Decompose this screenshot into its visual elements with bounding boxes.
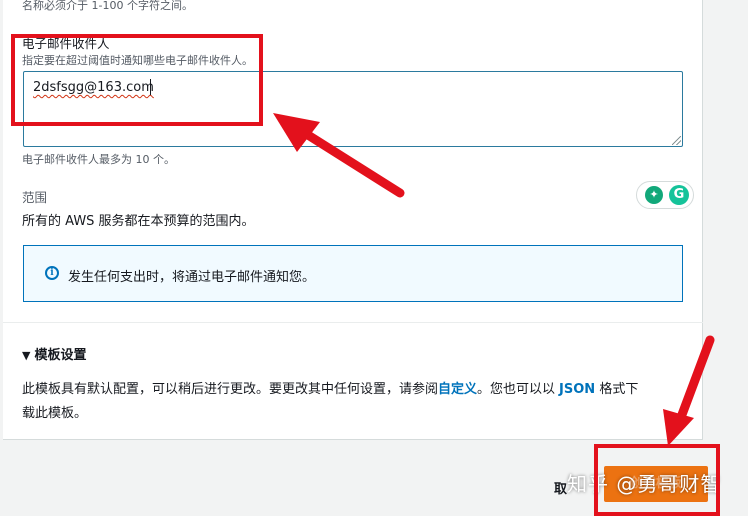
annotation-arrow [663, 335, 715, 446]
annotation-arrows [273, 113, 715, 446]
annotation-arrow [273, 113, 405, 198]
